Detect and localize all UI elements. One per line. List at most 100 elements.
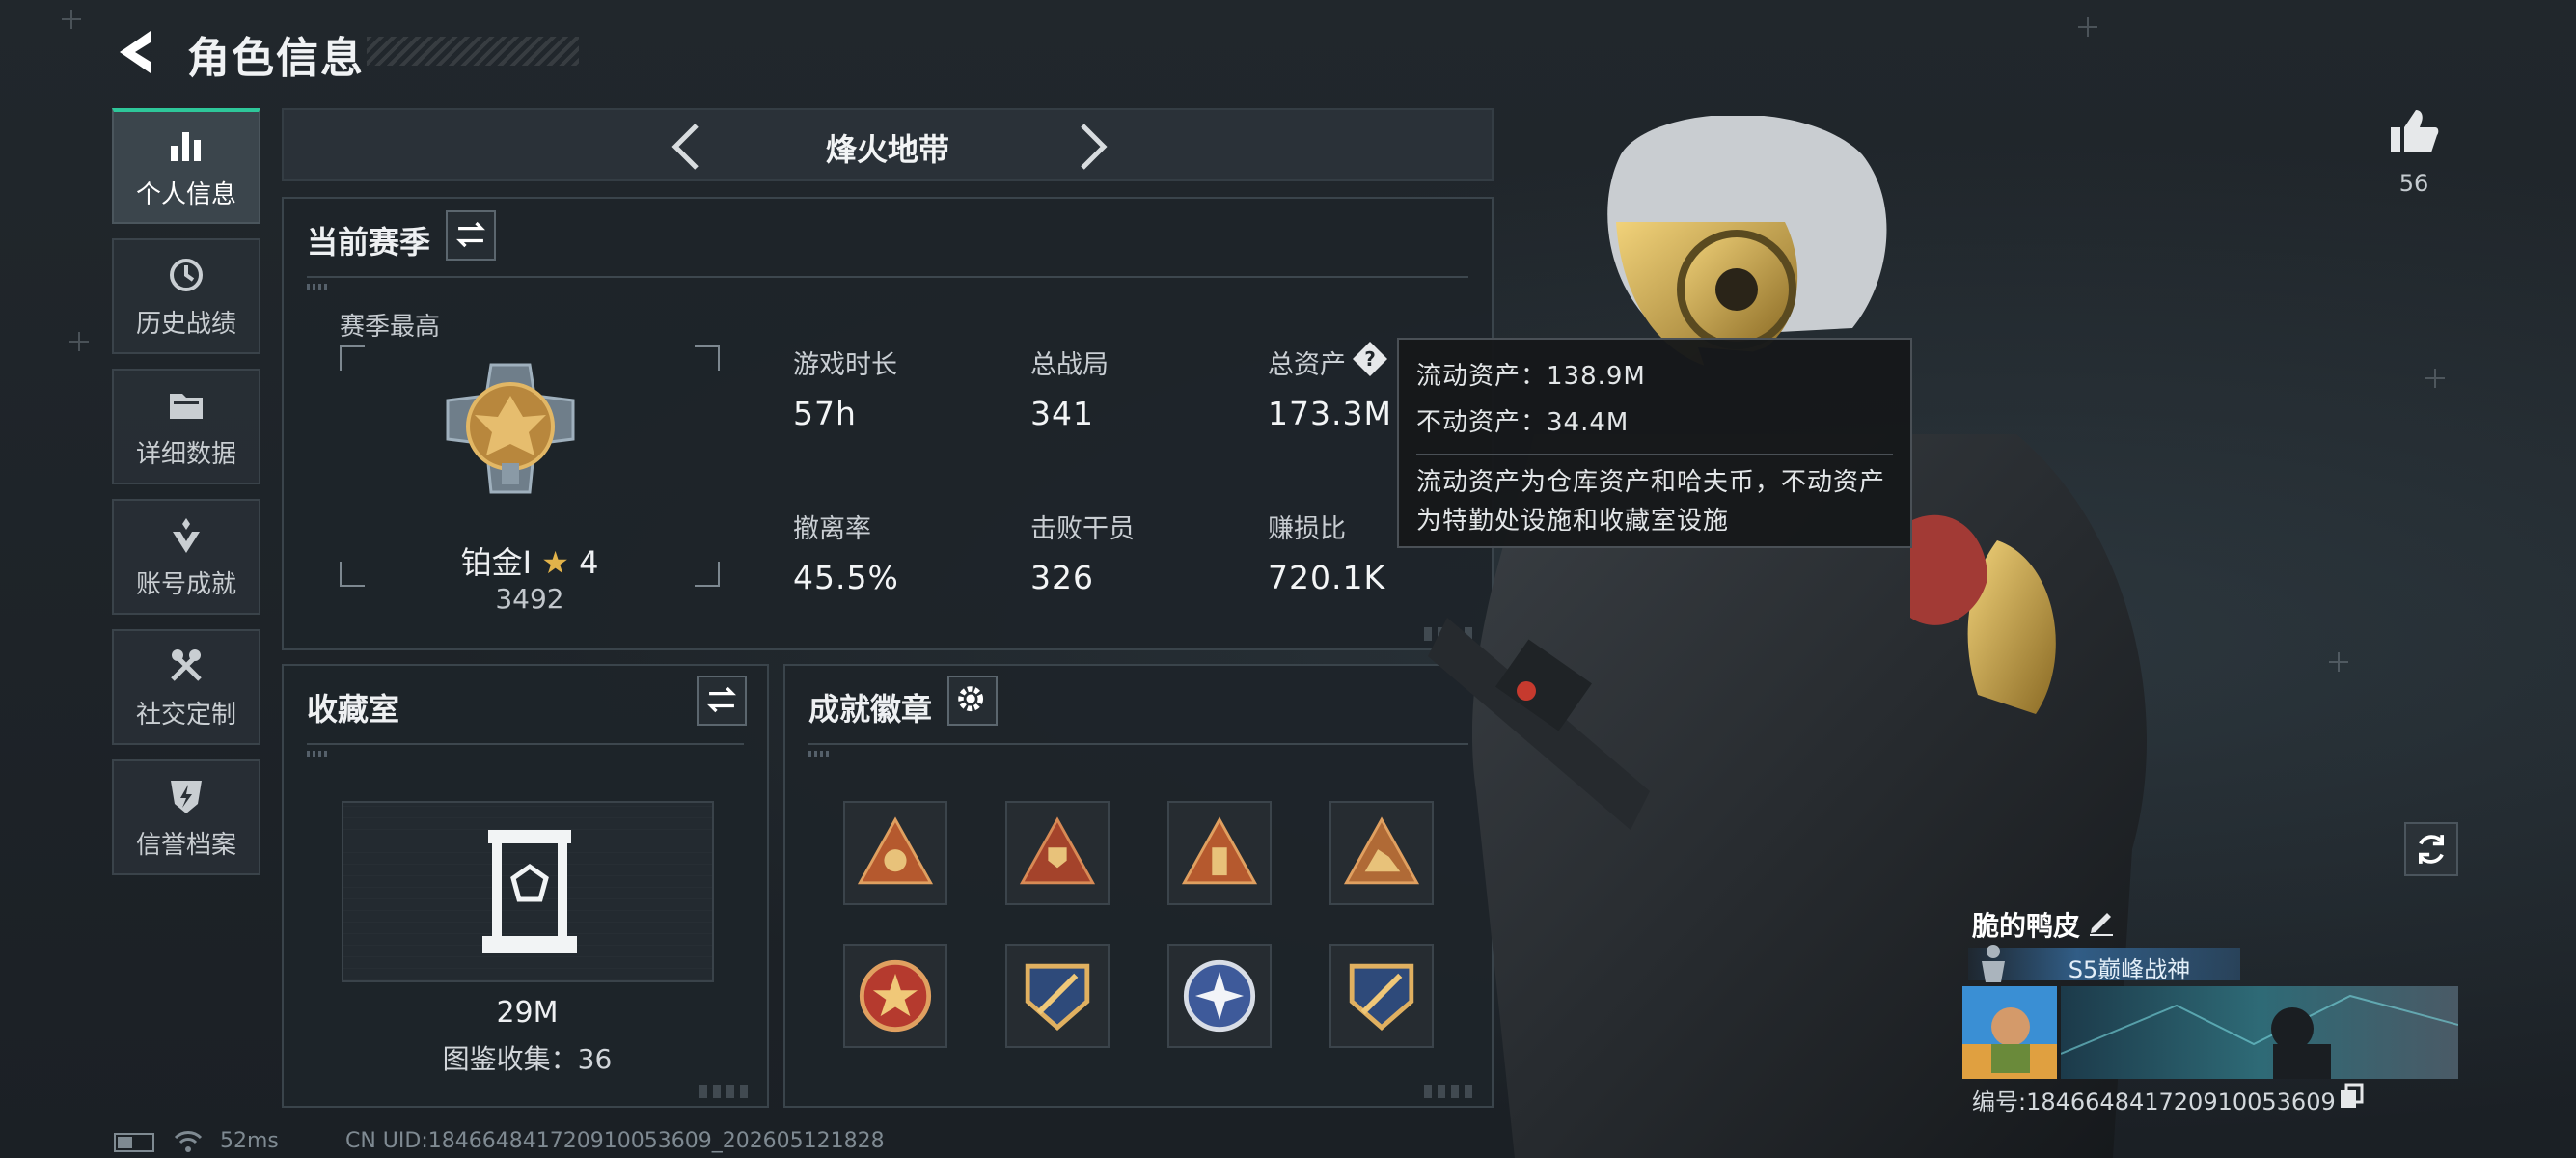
badge-slot[interactable] [1005, 801, 1110, 905]
stat-value: 57h [793, 395, 857, 432]
divider-dots [808, 751, 830, 757]
edit-name-icon[interactable] [2086, 905, 2117, 936]
next-mode-button[interactable] [1061, 118, 1119, 176]
collection-value: 29M [496, 996, 559, 1030]
rank-name: 铂金Ⅰ ★ 4 [284, 538, 776, 583]
tooltip-liquid-assets: 流动资产：138.9M [1416, 362, 1646, 391]
page-title: 角色信息 [187, 34, 365, 83]
sidebar-item-label: 社交定制 [135, 700, 236, 730]
grid-cross-mark [2425, 369, 2445, 388]
tools-icon [171, 648, 202, 681]
player-banner[interactable] [2061, 986, 2458, 1079]
stat-value: 45.5% [793, 559, 899, 596]
current-season-panel: 当前赛季 赛季最高 铂金Ⅰ ★ 4 3492 游戏时长 57h 总战局 341 … [282, 197, 1494, 650]
round-star-emblem-icon [859, 959, 932, 1033]
rotate-model-button[interactable] [2404, 822, 2458, 876]
sidebar-item-social[interactable]: 社交定制 [112, 629, 260, 745]
stat-operators-defeated: 击败干员 326 [1030, 508, 1252, 596]
badge-slot[interactable] [1005, 944, 1110, 1048]
sidebar: 个人信息 历史战绩 详细数据 账号成就 社交定制 信誉档案 [112, 108, 260, 890]
divider-dots [307, 284, 328, 290]
shield-icon [171, 780, 202, 813]
back-arrow-icon [120, 31, 151, 73]
triangle-medal-icon [857, 816, 934, 885]
stat-label: 游戏时长 [793, 350, 897, 380]
triangle-trophy-icon [1019, 816, 1096, 885]
player-name: 脆的鸭皮 [1972, 910, 2081, 942]
sidebar-item-label: 详细数据 [135, 439, 236, 469]
stat-label: 撤离率 [793, 514, 871, 544]
achievement-badges-panel: 成就徽章 [783, 664, 1494, 1108]
network-ping: 52ms [220, 1129, 279, 1153]
display-case-icon [482, 830, 577, 953]
grid-cross-mark [69, 332, 89, 351]
wifi-icon [174, 1131, 203, 1152]
badge-slot[interactable] [1167, 944, 1272, 1048]
sidebar-item-achievements[interactable]: 账号成就 [112, 499, 260, 615]
chevron-right-icon [1081, 124, 1108, 170]
help-icon[interactable]: ? [1351, 340, 1389, 378]
rank-score: 3492 [495, 583, 564, 615]
svg-text:?: ? [1364, 347, 1376, 371]
rank-emblem-icon [446, 363, 575, 494]
sidebar-item-profile[interactable]: 个人信息 [112, 108, 260, 224]
badge-settings-button[interactable] [947, 676, 998, 726]
round-star-blue-emblem-icon [1183, 959, 1256, 1033]
stat-value: 326 [1030, 559, 1094, 596]
thumbs-up-icon [2391, 110, 2439, 152]
season-heading: 当前赛季 [307, 224, 431, 261]
collection-preview-card[interactable] [342, 801, 714, 982]
tooltip-description-line-2: 为特勤处设施和收藏室设施 [1416, 507, 1730, 536]
soldier-figure-icon [1982, 945, 2005, 982]
divider-dots [307, 751, 328, 757]
collection-room-panel: 收藏室 29M 图鉴收集：36 [282, 664, 769, 1108]
switch-season-button[interactable] [446, 210, 496, 261]
mode-title: 烽火地带 [825, 131, 949, 168]
tooltip-fixed-assets: 不动资产：34.4M [1416, 408, 1630, 437]
copy-icon[interactable] [2339, 1083, 2364, 1110]
player-avatar[interactable] [1962, 986, 2057, 1079]
sidebar-item-label: 账号成就 [135, 569, 236, 599]
title-badge: S5巅峰战神 [1968, 945, 2240, 983]
title-decoration [367, 37, 579, 66]
switch-collection-button[interactable] [697, 676, 747, 726]
corner-decoration [699, 1085, 752, 1098]
divider [307, 743, 744, 745]
rank-stars: 4 [579, 544, 599, 581]
mode-selector: 烽火地带 [282, 108, 1494, 181]
sidebar-item-reputation[interactable]: 信誉档案 [112, 759, 260, 875]
divider [307, 276, 1468, 278]
grid-cross-mark [2078, 17, 2097, 37]
bar-chart-icon [171, 131, 201, 161]
gear-icon [958, 686, 984, 712]
swap-icon [707, 686, 736, 713]
like-button[interactable] [2387, 104, 2441, 158]
stat-extraction-rate: 撤离率 45.5% [793, 508, 1015, 596]
stat-label: 击败干员 [1030, 514, 1135, 544]
sidebar-item-label: 信誉档案 [135, 830, 236, 860]
battery-icon [114, 1133, 154, 1152]
history-icon [170, 258, 203, 291]
badge-slot[interactable] [1167, 801, 1272, 905]
sidebar-item-history[interactable]: 历史战绩 [112, 238, 260, 354]
badge-slot[interactable] [843, 944, 947, 1048]
divider [808, 743, 1468, 745]
sidebar-item-label: 历史战绩 [135, 309, 236, 339]
folder-icon [170, 393, 203, 419]
stat-label: 总战局 [1030, 350, 1109, 380]
tooltip-divider [1416, 454, 1893, 455]
badges-heading: 成就徽章 [808, 691, 933, 728]
battery-level [118, 1137, 132, 1148]
client-uid: CN UID:1846648417209100536​09_2026051218… [345, 1129, 885, 1153]
stat-play-time: 游戏时长 57h [793, 344, 1015, 432]
sidebar-item-label: 个人信息 [135, 179, 236, 209]
star-icon: ★ [541, 544, 569, 581]
swap-icon [456, 221, 485, 248]
back-button[interactable] [114, 27, 160, 77]
season-best-label: 赛季最高 [340, 313, 441, 342]
player-id: 编号:1846648417209100536​09 [1972, 1089, 2336, 1116]
badge-slot[interactable] [843, 801, 947, 905]
like-count: 56 [2398, 170, 2429, 197]
achievement-icon [173, 517, 200, 553]
sidebar-item-details[interactable]: 详细数据 [112, 369, 260, 484]
